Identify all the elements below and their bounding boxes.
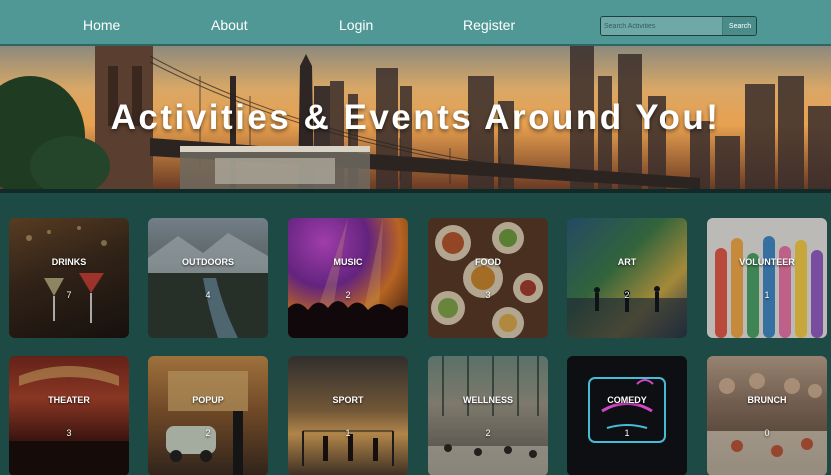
category-name: FOOD: [475, 257, 501, 267]
nav-about-link[interactable]: About: [211, 17, 248, 33]
category-name: BRUNCH: [747, 395, 787, 405]
category-name: COMEDY: [607, 395, 647, 405]
category-name: ART: [617, 257, 637, 267]
nav-login-link[interactable]: Login: [339, 17, 373, 33]
category-card-brunch[interactable]: BRUNCH 0: [707, 356, 827, 475]
category-name: OUTDOORS: [181, 257, 234, 267]
category-count: 2: [345, 290, 351, 300]
category-count: 3: [66, 428, 72, 438]
category-card-volunteer[interactable]: VOLUNTEER 1: [707, 218, 827, 338]
category-count: 3: [485, 290, 491, 300]
category-card-food[interactable]: FOOD 3: [428, 218, 548, 338]
hero-divider: [0, 189, 831, 193]
category-name: WELLNESS: [462, 395, 513, 405]
category-name: DRINKS: [51, 257, 87, 267]
category-name: VOLUNTEER: [739, 257, 795, 267]
nav-register-link[interactable]: Register: [463, 17, 515, 33]
hero-title: Activities & Events Around You!: [110, 98, 721, 137]
category-card-sport[interactable]: SPORT 1: [288, 356, 408, 475]
category-name: POPUP: [192, 395, 224, 405]
category-card-wellness[interactable]: WELLNESS 2: [428, 356, 548, 475]
category-count: 7: [66, 290, 72, 300]
category-name: SPORT: [332, 395, 364, 405]
category-card-music[interactable]: MUSIC 2: [288, 218, 408, 338]
category-count: 2: [485, 428, 491, 438]
category-count: 4: [205, 290, 211, 300]
hero-banner: Activities & Events Around You!: [0, 46, 831, 189]
category-name: MUSIC: [333, 257, 363, 267]
category-card-drinks[interactable]: DRINKS 7: [9, 218, 129, 338]
nav-home-link[interactable]: Home: [83, 17, 120, 33]
top-nav: Home About Login Register Search: [0, 0, 831, 46]
category-count: 1: [764, 290, 770, 300]
category-count: 2: [624, 290, 630, 300]
category-card-art[interactable]: ART 2: [567, 218, 687, 338]
category-count: 1: [345, 428, 351, 438]
category-card-popup[interactable]: POPUP 2: [148, 356, 268, 475]
search-input[interactable]: [601, 17, 722, 35]
category-card-comedy[interactable]: COMEDY 1: [567, 356, 687, 475]
category-name: THEATER: [48, 395, 90, 405]
category-card-outdoors[interactable]: OUTDOORS 4: [148, 218, 268, 338]
category-count: 1: [624, 428, 630, 438]
category-count: 0: [764, 428, 770, 438]
search-button[interactable]: Search: [723, 17, 756, 35]
category-card-theater[interactable]: THEATER 3: [9, 356, 129, 475]
search-bar: Search: [600, 16, 757, 36]
category-count: 2: [205, 428, 211, 438]
